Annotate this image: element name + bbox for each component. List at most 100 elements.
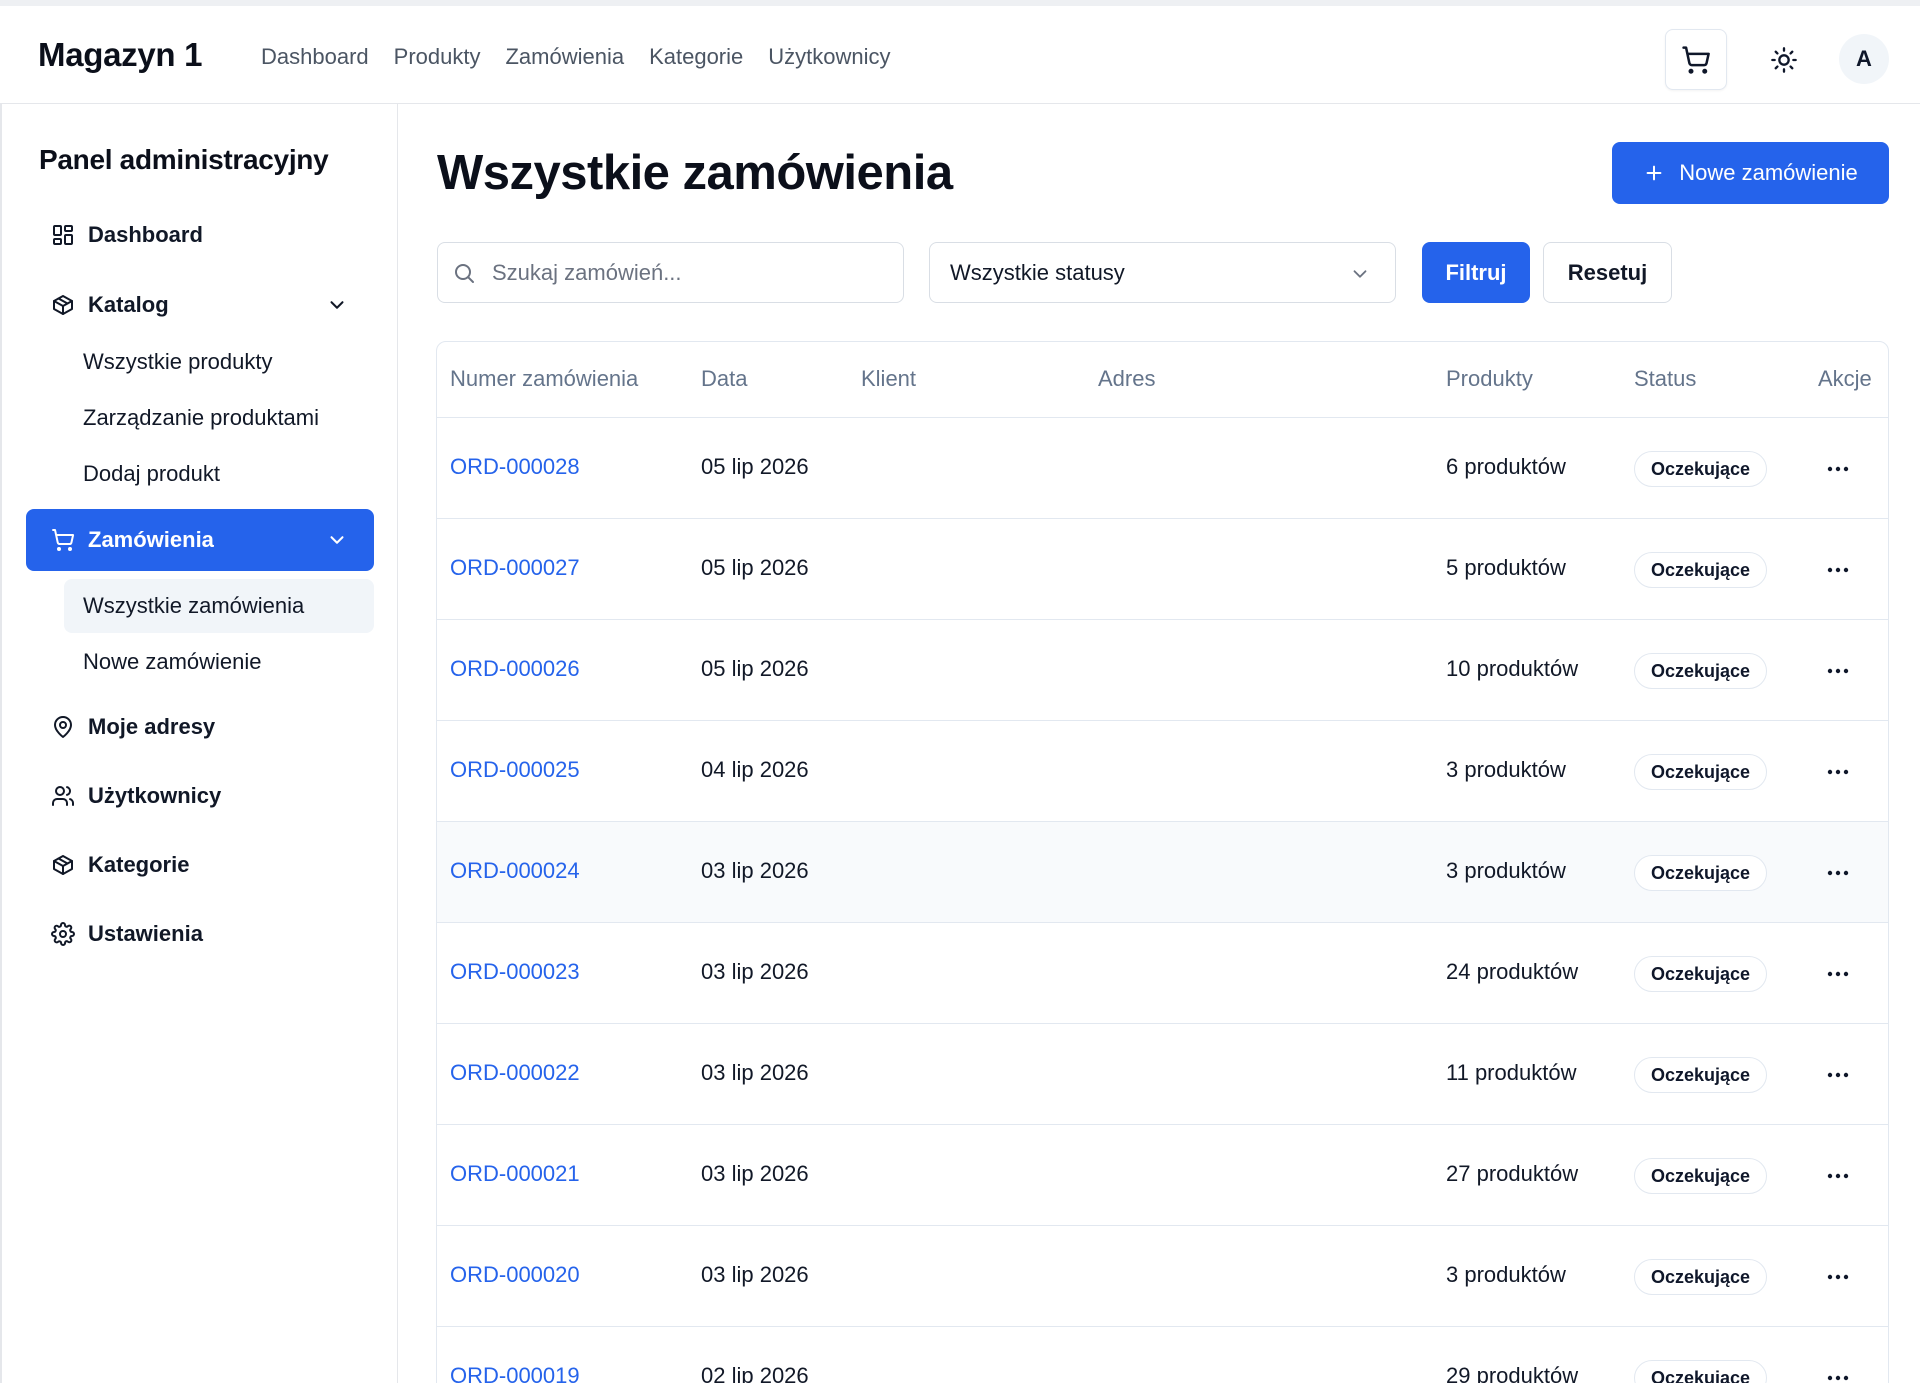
more-horizontal-icon — [1827, 567, 1849, 573]
sidebar-item-moje-adresy[interactable]: Moje adresy — [26, 696, 374, 758]
row-actions-button[interactable] — [1823, 556, 1853, 584]
column-header-order-number[interactable]: Numer zamówienia — [450, 366, 638, 392]
table-row[interactable]: ORD-000023 03 lip 2026 24 produktów Oczekuj… — [437, 923, 1888, 1024]
new-order-button[interactable]: Nowe zamówienie — [1612, 142, 1889, 204]
order-products: 10 produktów — [1446, 656, 1579, 681]
order-number-link[interactable]: ORD-000027 — [450, 555, 580, 581]
table-row[interactable]: ORD-000021 03 lip 2026 27 produktów Oczekuj… — [437, 1125, 1888, 1226]
table-header: Numer zamówienia Data Klient Adres Produ… — [437, 342, 1888, 418]
sidebar-item-dashboard[interactable]: Dashboard — [26, 204, 374, 266]
plus-icon — [1646, 165, 1662, 181]
status-badge: Oczekujące — [1634, 552, 1768, 588]
status-badge: Oczekujące — [1634, 1158, 1768, 1194]
brand-logo[interactable]: Magazyn 1 — [38, 36, 202, 74]
topnav-dashboard[interactable]: Dashboard — [261, 44, 369, 70]
cart-icon — [50, 527, 76, 553]
dashboard-icon — [50, 222, 76, 248]
top-nav: Dashboard Produkty Zamówienia Kategorie … — [261, 44, 891, 70]
sidebar-item-katalog[interactable]: Katalog — [26, 274, 374, 336]
order-products: 6 produktów — [1446, 454, 1566, 479]
order-number-link[interactable]: ORD-000021 — [450, 1161, 580, 1187]
column-header-client[interactable]: Klient — [861, 366, 916, 392]
order-date: 04 lip 2026 — [701, 757, 809, 782]
order-date: 05 lip 2026 — [701, 454, 809, 479]
theme-toggle-button[interactable] — [1754, 29, 1814, 90]
order-number-link[interactable]: ORD-000022 — [450, 1060, 580, 1086]
new-order-label: Nowe zamówienie — [1679, 160, 1858, 185]
row-actions-button[interactable] — [1823, 960, 1853, 988]
avatar[interactable]: A — [1839, 34, 1889, 84]
column-header-date[interactable]: Data — [701, 366, 747, 392]
sidebar-item-label: Użytkownicy — [88, 783, 222, 808]
table-row[interactable]: ORD-000026 05 lip 2026 10 produktów Oczekuj… — [437, 620, 1888, 721]
more-horizontal-icon — [1827, 971, 1849, 977]
chevron-down-icon — [330, 536, 344, 544]
order-date: 03 lip 2026 — [701, 1161, 809, 1186]
status-badge: Oczekujące — [1634, 1057, 1768, 1093]
topnav-uzytkownicy[interactable]: Użytkownicy — [768, 44, 890, 70]
topnav-produkty[interactable]: Produkty — [394, 44, 481, 70]
more-horizontal-icon — [1827, 1375, 1849, 1381]
sidebar-item-ustawienia[interactable]: Ustawienia — [26, 903, 374, 965]
row-actions-button[interactable] — [1823, 1263, 1853, 1291]
topnav-zamowienia[interactable]: Zamówienia — [505, 44, 624, 70]
sidebar-item-kategorie[interactable]: Kategorie — [26, 834, 374, 896]
orders-table: Numer zamówienia Data Klient Adres Produ… — [436, 341, 1889, 1383]
row-actions-button[interactable] — [1823, 1162, 1853, 1190]
column-header-status[interactable]: Status — [1634, 366, 1696, 392]
search-input[interactable] — [492, 259, 892, 286]
chevron-down-icon — [1353, 270, 1367, 278]
table-row[interactable]: ORD-000020 03 lip 2026 3 produktów Oczekują… — [437, 1226, 1888, 1327]
row-actions-button[interactable] — [1823, 859, 1853, 887]
table-row[interactable]: ORD-000025 04 lip 2026 3 produktów Oczekują… — [437, 721, 1888, 822]
more-horizontal-icon — [1827, 1072, 1849, 1078]
sidebar-item-label: Ustawienia — [88, 921, 203, 946]
order-number-link[interactable]: ORD-000025 — [450, 757, 580, 783]
order-number-link[interactable]: ORD-000020 — [450, 1262, 580, 1288]
order-date: 02 lip 2026 — [701, 1363, 809, 1383]
row-actions-button[interactable] — [1823, 657, 1853, 685]
table-row[interactable]: ORD-000019 02 lip 2026 29 produktów Oczekuj… — [437, 1327, 1888, 1383]
more-horizontal-icon — [1827, 1274, 1849, 1280]
more-horizontal-icon — [1827, 769, 1849, 775]
status-badge: Oczekujące — [1634, 956, 1768, 992]
table-row[interactable]: ORD-000024 03 lip 2026 3 produktów Oczekują… — [437, 822, 1888, 923]
sidebar-subitem-nowe-zamowienie[interactable]: Nowe zamówienie — [64, 635, 374, 689]
row-actions-button[interactable] — [1823, 1364, 1853, 1383]
order-date: 03 lip 2026 — [701, 858, 809, 883]
row-actions-button[interactable] — [1823, 758, 1853, 786]
sidebar-item-label: Dashboard — [88, 222, 203, 247]
order-date: 03 lip 2026 — [701, 1060, 809, 1085]
row-actions-button[interactable] — [1823, 1061, 1853, 1089]
package-icon — [50, 852, 76, 878]
gear-icon — [50, 921, 76, 947]
topnav-kategorie[interactable]: Kategorie — [649, 44, 743, 70]
row-actions-button[interactable] — [1823, 455, 1853, 483]
sidebar-subitem-wszystkie-zamowienia[interactable]: Wszystkie zamówienia — [64, 579, 374, 633]
order-products: 5 produktów — [1446, 555, 1566, 580]
cart-button[interactable] — [1665, 29, 1727, 90]
filter-button[interactable]: Filtruj — [1422, 242, 1530, 303]
order-number-link[interactable]: ORD-000028 — [450, 454, 580, 480]
order-number-link[interactable]: ORD-000023 — [450, 959, 580, 985]
order-number-link[interactable]: ORD-000026 — [450, 656, 580, 682]
column-header-address[interactable]: Adres — [1098, 366, 1155, 392]
table-row[interactable]: ORD-000022 03 lip 2026 11 produktów Oczekuj… — [437, 1024, 1888, 1125]
table-row[interactable]: ORD-000027 05 lip 2026 5 produktów Oczekują… — [437, 519, 1888, 620]
reset-button[interactable]: Resetuj — [1543, 242, 1672, 303]
sidebar-item-uzytkownicy[interactable]: Użytkownicy — [26, 765, 374, 827]
sidebar-item-label: Katalog — [88, 292, 169, 317]
package-icon — [50, 292, 76, 318]
sidebar-item-zamowienia[interactable]: Zamówienia — [26, 509, 374, 571]
sidebar-subitem-dodaj-produkt[interactable]: Dodaj produkt — [64, 447, 374, 501]
column-header-products[interactable]: Produkty — [1446, 366, 1533, 392]
more-horizontal-icon — [1827, 668, 1849, 674]
sidebar-subitem-wszystkie-produkty[interactable]: Wszystkie produkty — [64, 335, 374, 389]
order-number-link[interactable]: ORD-000024 — [450, 858, 580, 884]
page-title: Wszystkie zamówienia — [437, 146, 953, 200]
table-row[interactable]: ORD-000028 05 lip 2026 6 produktów Oczekują… — [437, 418, 1888, 519]
sidebar-item-label: Kategorie — [88, 852, 190, 877]
order-number-link[interactable]: ORD-000019 — [450, 1363, 580, 1383]
sidebar-subitem-zarzadzanie-produktami[interactable]: Zarządzanie produktami — [64, 391, 374, 445]
status-filter-select[interactable]: Wszystkie statusy — [929, 242, 1396, 303]
